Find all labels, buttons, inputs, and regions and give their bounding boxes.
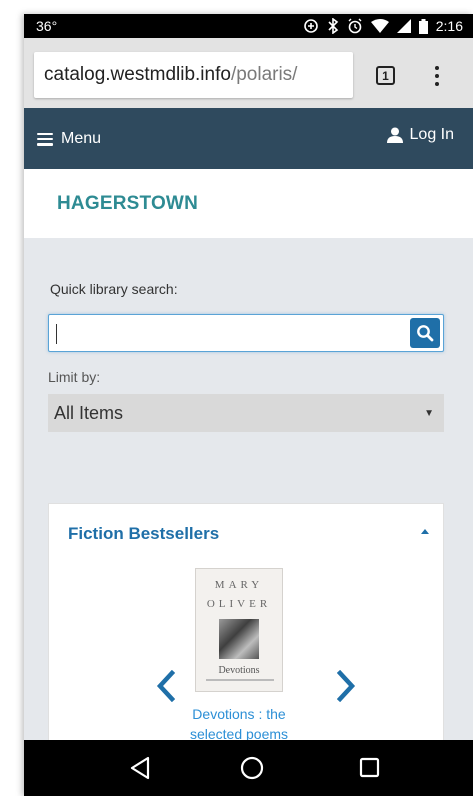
back-button[interactable] — [129, 756, 151, 785]
url-domain: catalog.westmdlib.info — [44, 64, 231, 85]
hamburger-icon — [37, 132, 53, 146]
limit-label: Limit by: — [48, 369, 101, 385]
home-circle-icon — [240, 756, 264, 780]
cover-photo — [219, 619, 259, 659]
library-name[interactable]: HAGERSTOWN — [57, 193, 198, 215]
cover-title: Devotions — [218, 665, 260, 676]
alarm-icon — [348, 18, 362, 34]
book-cover[interactable]: MARY OLIVER Devotions — [195, 568, 283, 692]
user-icon — [386, 127, 403, 143]
carousel-prev-button[interactable] — [153, 669, 177, 703]
browser-toolbar: catalog.westmdlib.info/polaris/ 1 — [24, 38, 473, 108]
library-header: HAGERSTOWN — [24, 169, 473, 238]
text-cursor — [56, 324, 57, 344]
recents-square-icon — [359, 757, 380, 778]
dropdown-caret-icon: ▼ — [424, 407, 434, 419]
overflow-menu-icon[interactable] — [427, 63, 447, 89]
cover-subtitle-line — [206, 679, 274, 681]
clock-text: 2:16 — [435, 18, 463, 34]
home-button[interactable] — [240, 756, 264, 785]
login-label: Log In — [409, 126, 454, 143]
menu-label: Menu — [61, 130, 102, 147]
url-bar[interactable]: catalog.westmdlib.info/polaris/ — [34, 52, 353, 98]
wifi-icon — [370, 19, 389, 33]
chevron-left-icon — [156, 670, 175, 702]
search-button[interactable] — [410, 318, 440, 348]
signal-icon — [396, 19, 411, 33]
status-icons: 2:16 — [303, 18, 463, 34]
menu-button[interactable]: Menu — [37, 128, 101, 150]
battery-icon — [418, 18, 428, 34]
data-saver-icon — [303, 19, 318, 33]
collapse-caret-icon[interactable] — [421, 529, 429, 534]
limit-select[interactable]: All Items ▼ — [48, 394, 444, 432]
back-triangle-icon — [130, 756, 150, 780]
search-input[interactable] — [48, 314, 444, 352]
book-title-link[interactable]: Devotions : the selected poems — [179, 704, 299, 744]
panel-title[interactable]: Fiction Bestsellers — [68, 524, 219, 544]
login-link[interactable]: Log In — [386, 124, 454, 146]
cover-author-line2: OLIVER — [206, 598, 272, 610]
limit-selected-value: All Items — [54, 402, 124, 423]
chevron-right-icon — [337, 670, 356, 702]
carousel-next-button[interactable] — [335, 669, 359, 703]
android-nav-bar — [24, 740, 473, 796]
temperature-text: 36° — [36, 18, 58, 34]
bluetooth-icon — [328, 18, 338, 34]
tab-switcher-button[interactable]: 1 — [376, 66, 395, 85]
phone-screen: 36° 2:16 catalog.westmdlib.info/polaris/… — [24, 14, 473, 796]
recents-button[interactable] — [359, 756, 381, 783]
site-navbar: Menu Log In — [24, 108, 473, 169]
url-path: /polaris/ — [230, 64, 298, 85]
cover-author-line1: MARY — [214, 579, 264, 591]
search-icon — [417, 325, 434, 342]
status-bar: 36° 2:16 — [24, 14, 473, 38]
search-label: Quick library search: — [50, 281, 178, 297]
